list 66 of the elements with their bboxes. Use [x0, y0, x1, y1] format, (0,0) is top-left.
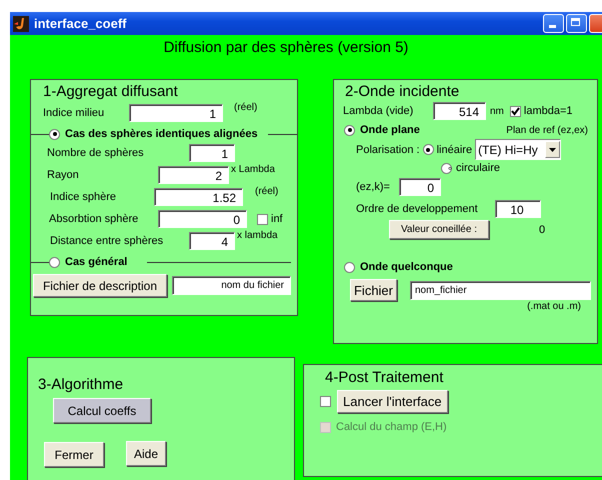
- panel-title: 1-Aggregat diffusant: [42, 83, 179, 100]
- option-label: linéaire: [436, 144, 472, 156]
- file-name-field[interactable]: nom_fichier: [410, 280, 591, 300]
- field-label: Indice milieu: [42, 107, 106, 119]
- field-label: Rayon: [46, 169, 80, 181]
- input-field[interactable]: 1: [189, 144, 235, 162]
- input-field[interactable]: 1.52: [154, 188, 243, 206]
- unit-label: (réel): [234, 102, 258, 113]
- minimize-button[interactable]: [543, 14, 564, 33]
- radio-button[interactable]: [49, 256, 60, 268]
- unit-label: °: [448, 166, 452, 177]
- radio-button[interactable]: [344, 124, 355, 136]
- maximize-button[interactable]: [566, 14, 587, 33]
- panel-title: 3-Algorithme: [37, 376, 124, 393]
- checkbox-label: lambda=1: [524, 105, 573, 117]
- polarisation-dropdown[interactable]: (TE) Hi=Hy: [475, 139, 562, 160]
- option-label: Onde quelconque: [360, 261, 453, 273]
- radio-button[interactable]: [441, 162, 452, 174]
- input-field[interactable]: 4: [189, 232, 235, 250]
- unit-label: nm: [490, 106, 504, 116]
- field-label: (ez,k)=: [355, 181, 391, 193]
- checkbox[interactable]: [320, 396, 331, 407]
- panel-title: 4-Post Traitement: [324, 369, 444, 386]
- field-label: Indice sphère: [49, 191, 118, 203]
- unit-label: (réel): [255, 186, 278, 197]
- checkbox-label: inf: [271, 213, 283, 225]
- option-label: Onde plane: [360, 124, 420, 136]
- help-button[interactable]: Aide: [126, 441, 166, 466]
- suggested-value: 0: [539, 224, 546, 236]
- radio-button[interactable]: [422, 144, 434, 155]
- caret-icon: [549, 148, 556, 152]
- radio-button[interactable]: [344, 262, 355, 272]
- option-label: Cas des sphères identiques alignées: [65, 128, 258, 140]
- dialog-heading: Diffusion par des sphères (version 5): [162, 38, 410, 58]
- checkbox[interactable]: [510, 106, 521, 116]
- suggested-value-button[interactable]: Valeur coneillée :: [389, 220, 489, 239]
- input-field[interactable]: 0: [158, 210, 247, 228]
- reference-plane-label: Plan de ref (ez,ex): [506, 124, 588, 136]
- input-field[interactable]: 2: [158, 166, 229, 184]
- window-title: interface_coeff: [34, 16, 126, 31]
- checkbox-label: Calcul du champ (E,H): [336, 421, 447, 433]
- radio-button[interactable]: [49, 128, 60, 140]
- field-label: Distance entre sphères: [49, 235, 164, 247]
- option-label: Cas général: [65, 256, 128, 268]
- file-name-field[interactable]: nom du fichier: [172, 276, 291, 295]
- unit-label: x Lambda: [231, 164, 275, 175]
- compute-button[interactable]: Calcul coeffs: [53, 398, 151, 423]
- input-field[interactable]: 514: [433, 102, 486, 120]
- field-label: Polarisation :: [355, 144, 421, 156]
- launch-interface-button[interactable]: Lancer l'interface: [337, 390, 448, 413]
- panel-title: 2-Onde incidente: [344, 83, 460, 100]
- description-file-button[interactable]: Fichier de description: [33, 274, 167, 297]
- unit-label: x lambda: [237, 230, 278, 241]
- checkbox[interactable]: [257, 214, 268, 224]
- field-label: Lambda (vide): [342, 105, 414, 117]
- input-field[interactable]: 10: [495, 200, 541, 218]
- field-label: Absorbtion sphère: [48, 213, 140, 225]
- option-label: circulaire: [456, 162, 500, 174]
- field-label: Ordre de developpement: [355, 203, 479, 215]
- file-hint: (.mat ou .m): [527, 301, 581, 312]
- input-field[interactable]: 0: [399, 178, 441, 196]
- app-icon: [13, 16, 29, 32]
- input-field[interactable]: 1: [129, 104, 223, 122]
- field-label: Nombre de sphères: [46, 147, 145, 159]
- file-button[interactable]: Fichier: [350, 279, 397, 301]
- close-dialog-button[interactable]: Fermer: [44, 442, 104, 467]
